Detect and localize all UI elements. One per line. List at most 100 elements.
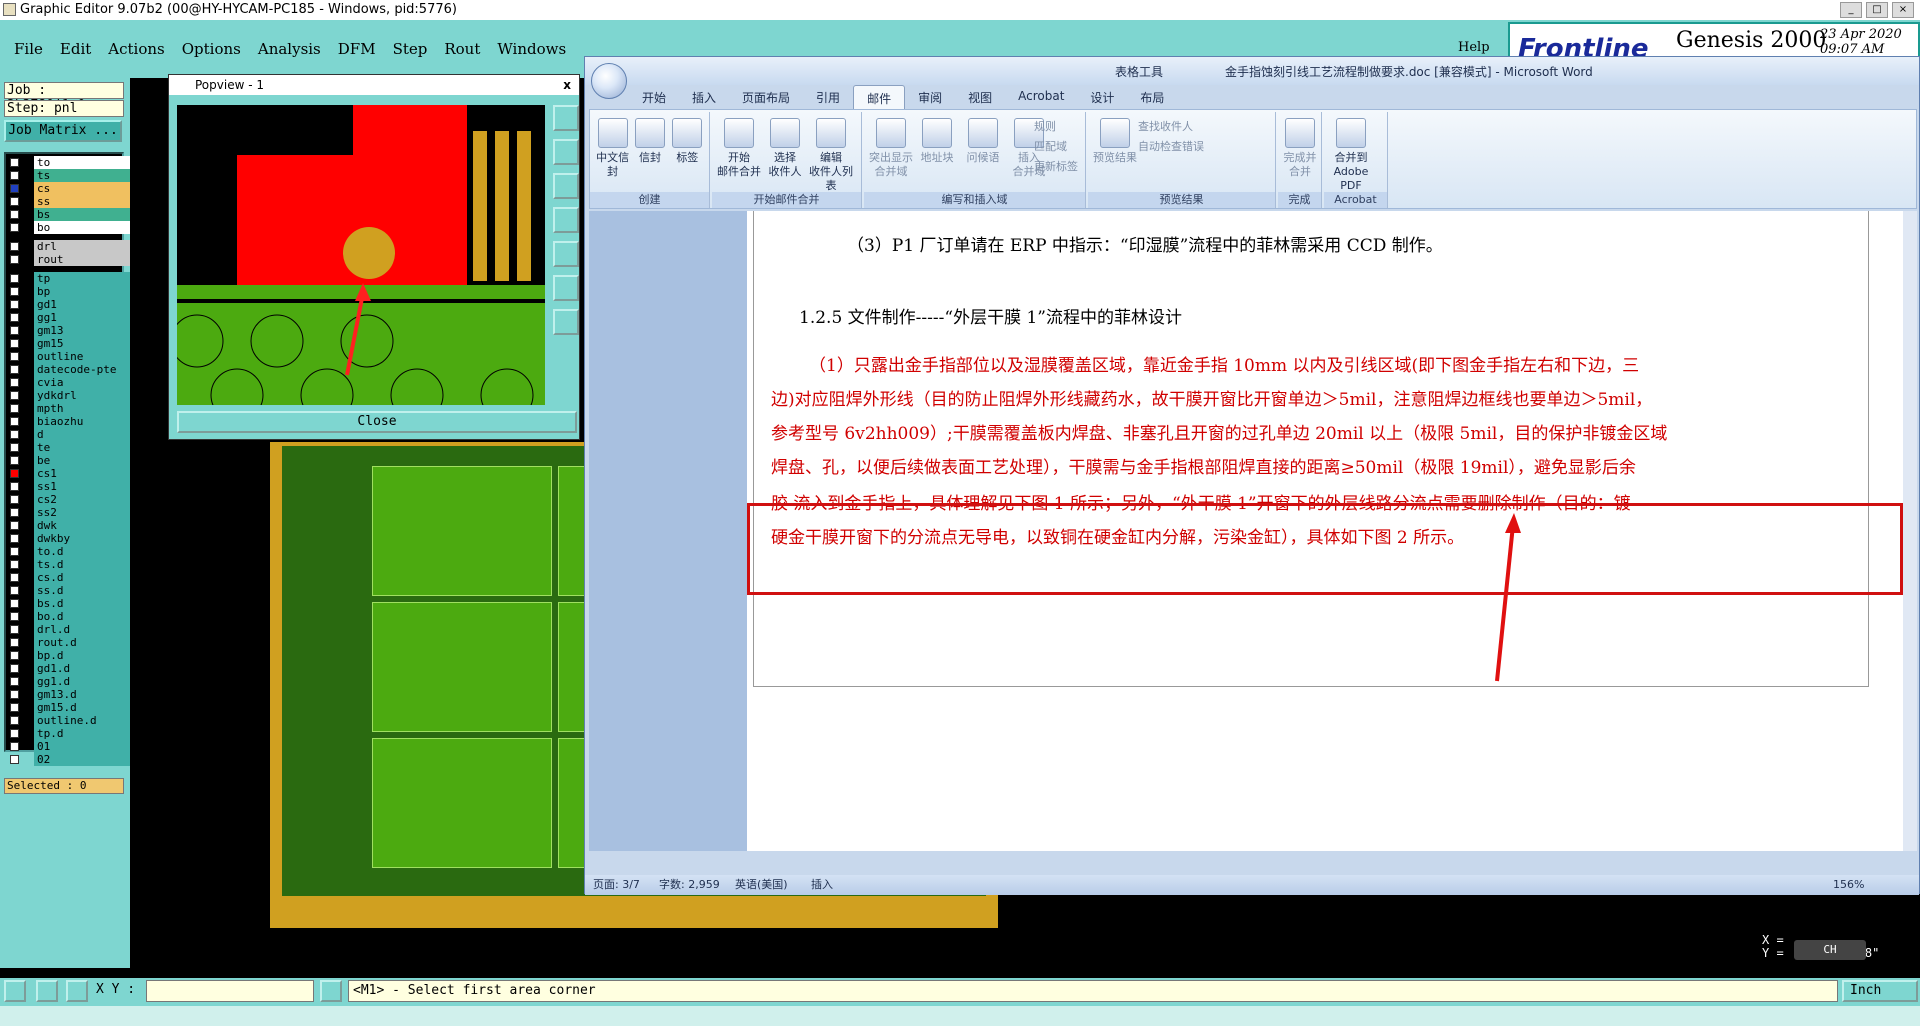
ribbon-button-0-2[interactable]: 标签 xyxy=(669,118,706,165)
layer-name[interactable]: d xyxy=(34,428,130,441)
layer-checkbox[interactable] xyxy=(10,534,19,543)
layer-row-te[interactable]: te xyxy=(8,441,130,454)
layer-name[interactable]: ss.d xyxy=(34,584,130,597)
ribbon-button-3-0[interactable]: 预览结果 xyxy=(1092,118,1138,165)
layer-row-ydkdrl[interactable]: ydkdrl xyxy=(8,389,130,402)
ribbon-tab-6[interactable]: 视图 xyxy=(955,85,1005,109)
ribbon-tab-3[interactable]: 引用 xyxy=(803,85,853,109)
layer-row-gm15[interactable]: gm15 xyxy=(8,337,130,350)
layer-checkbox[interactable] xyxy=(10,210,19,219)
word-count[interactable]: 字数: 2,959 xyxy=(659,875,720,895)
layer-checkbox[interactable] xyxy=(10,508,19,517)
menu-actions[interactable]: Actions xyxy=(108,40,164,58)
layer-checkbox[interactable] xyxy=(10,521,19,530)
layer-checkbox[interactable] xyxy=(10,456,19,465)
select-tool-icon[interactable] xyxy=(4,980,26,1002)
layer-name[interactable]: ss2 xyxy=(34,506,130,519)
popview-canvas[interactable] xyxy=(177,105,545,405)
layer-row-outline-d[interactable]: outline.d xyxy=(8,714,130,727)
info-icon[interactable] xyxy=(320,980,342,1002)
layer-row-ss2[interactable]: ss2 xyxy=(8,506,130,519)
layer-row-rout-d[interactable]: rout.d xyxy=(8,636,130,649)
ribbon-button-2-2[interactable]: 问候语 xyxy=(960,118,1006,165)
layer-name[interactable]: be xyxy=(34,454,130,467)
layer-row-d[interactable]: d xyxy=(8,428,130,441)
layer-row-drl[interactable]: drl xyxy=(8,240,130,253)
menu-options[interactable]: Options xyxy=(182,40,241,58)
layer-checkbox[interactable] xyxy=(10,378,19,387)
layer-row-rout[interactable]: rout xyxy=(8,253,130,266)
zoom-area-icon[interactable] xyxy=(553,275,579,301)
layer-name[interactable]: ts.d xyxy=(34,558,130,571)
layer-checkbox[interactable] xyxy=(10,443,19,452)
layer-name[interactable]: bo.d xyxy=(34,610,130,623)
layer-checkbox[interactable] xyxy=(10,242,19,251)
ribbon-tab-2[interactable]: 页面布局 xyxy=(729,85,803,109)
layer-checkbox[interactable] xyxy=(10,404,19,413)
layer-name[interactable]: gg1.d xyxy=(34,675,130,688)
grid-tool-icon[interactable] xyxy=(66,980,88,1002)
zoom-out-icon[interactable] xyxy=(553,173,579,199)
layer-name[interactable]: drl xyxy=(34,240,130,253)
xy-input[interactable] xyxy=(146,980,314,1002)
layer-checkbox[interactable] xyxy=(10,651,19,660)
layer-name[interactable]: to.d xyxy=(34,545,130,558)
layer-checkbox[interactable] xyxy=(10,197,19,206)
menu-file[interactable]: File xyxy=(14,40,43,58)
layer-checkbox[interactable] xyxy=(10,612,19,621)
layer-name[interactable]: gm13.d xyxy=(34,688,130,701)
layer-checkbox[interactable] xyxy=(10,430,19,439)
layer-row-bp-d[interactable]: bp.d xyxy=(8,649,130,662)
layer-checkbox[interactable] xyxy=(10,300,19,309)
layer-checkbox[interactable] xyxy=(10,638,19,647)
layer-name[interactable]: 02 xyxy=(34,753,130,766)
layer-checkbox[interactable] xyxy=(10,742,19,751)
layer-name[interactable]: outline.d xyxy=(34,714,130,727)
zoom-fit-icon[interactable] xyxy=(553,105,579,131)
layer-row-bp[interactable]: bp xyxy=(8,285,130,298)
insert-mode[interactable]: 插入 xyxy=(811,875,833,895)
layer-checkbox[interactable] xyxy=(10,625,19,634)
menu-rout[interactable]: Rout xyxy=(444,40,480,58)
layer-checkbox[interactable] xyxy=(10,417,19,426)
layer-checkbox[interactable] xyxy=(10,171,19,180)
layer-name[interactable]: tp.d xyxy=(34,727,130,740)
layer-checkbox[interactable] xyxy=(10,255,19,264)
layer-name[interactable]: ss xyxy=(34,195,130,208)
layer-name[interactable]: dwkby xyxy=(34,532,130,545)
ribbon-tab-4[interactable]: 邮件 xyxy=(853,85,906,109)
layer-name[interactable]: bp.d xyxy=(34,649,130,662)
layer-row-02[interactable]: 02 xyxy=(8,753,130,766)
ribbon-small-button[interactable]: 规则 xyxy=(1034,118,1056,134)
layer-row-cvia[interactable]: cvia xyxy=(8,376,130,389)
layer-row-dwkby[interactable]: dwkby xyxy=(8,532,130,545)
layer-checkbox[interactable] xyxy=(10,599,19,608)
layer-row-ss1[interactable]: ss1 xyxy=(8,480,130,493)
layer-row-cs1[interactable]: cs1 xyxy=(8,467,130,480)
ribbon-button-0-0[interactable]: 中文信封 xyxy=(594,118,631,179)
layer-name[interactable]: cs.d xyxy=(34,571,130,584)
layer-name[interactable]: bp xyxy=(34,285,130,298)
layer-row-gm15-d[interactable]: gm15.d xyxy=(8,701,130,714)
popview-close-button[interactable]: Close xyxy=(177,411,577,433)
popview-close-x[interactable]: x xyxy=(563,75,571,95)
vertical-scrollbar[interactable] xyxy=(1903,211,1917,851)
layer-row-gd1[interactable]: gd1 xyxy=(8,298,130,311)
layer-checkbox[interactable] xyxy=(10,158,19,167)
layer-row-bo[interactable]: bo xyxy=(8,221,130,234)
layer-checkbox[interactable] xyxy=(10,469,19,478)
ribbon-tab-9[interactable]: 布局 xyxy=(1127,85,1177,109)
layer-name[interactable]: rout xyxy=(34,253,130,266)
layer-row-gg1-d[interactable]: gg1.d xyxy=(8,675,130,688)
layer-checkbox[interactable] xyxy=(10,690,19,699)
measure-tool-icon[interactable] xyxy=(36,980,58,1002)
pan-left-icon[interactable] xyxy=(553,207,579,233)
layer-checkbox[interactable] xyxy=(10,365,19,374)
layer-checkbox[interactable] xyxy=(10,223,19,232)
zoom-home-icon[interactable] xyxy=(553,309,579,335)
layer-name[interactable]: mpth xyxy=(34,402,130,415)
layer-row-cs-d[interactable]: cs.d xyxy=(8,571,130,584)
layer-checkbox[interactable] xyxy=(10,495,19,504)
layer-row-gg1[interactable]: gg1 xyxy=(8,311,130,324)
minimize-button[interactable]: _ xyxy=(1840,2,1862,18)
